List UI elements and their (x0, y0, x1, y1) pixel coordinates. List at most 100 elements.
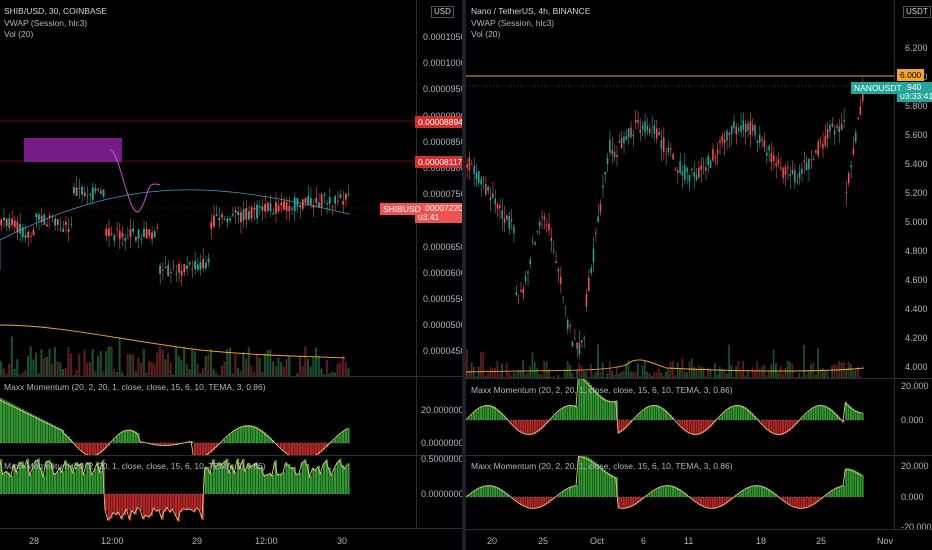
right-volume-bar (772, 349, 775, 378)
right-candle (758, 134, 761, 143)
left-candle (142, 228, 145, 237)
right-volume-bar (854, 369, 857, 378)
right-volume-bar (536, 367, 539, 378)
right-price-axis[interactable]: USDT 6.200 6.000 5.800 5.600 5.400 5.200 5.000… (894, 0, 932, 378)
left-vol-legend[interactable]: Vol (20) (4, 29, 33, 39)
right-time-axis[interactable]: 20 25 Oct 6 11 18 25 Nov (466, 529, 932, 550)
right-m2-hist-bar (665, 485, 667, 497)
right-price-pane[interactable] (466, 0, 894, 378)
right-candle (826, 129, 829, 139)
right-candle (620, 137, 623, 148)
left-momentum1-legend[interactable]: Maxx Momentum (20, 2, 20, 1, close, clos… (4, 382, 266, 392)
left-vwap-legend[interactable]: VWAP (Session, hlc3) (4, 18, 87, 28)
right-m2-hist-bar (716, 497, 719, 509)
right-symbol-legend[interactable]: Nano / TetherUS, 4h, BINANCE (471, 6, 590, 16)
right-candle (691, 168, 693, 171)
right-chart[interactable]: Nano / TetherUS, 4h, BINANCE VWAP (Sessi… (466, 0, 932, 550)
right-candle (695, 174, 698, 181)
right-candle (637, 119, 639, 123)
right-vwap-legend[interactable]: VWAP (Session, hlc3) (471, 18, 554, 28)
left-price-axis[interactable]: USD 0.00010500 0.00010000 0.00009500 0.0000… (415, 0, 462, 376)
right-m1-hist-bar (571, 404, 574, 420)
left-volume-bar (304, 346, 307, 376)
left-volume-bar (242, 352, 245, 376)
right-momentum1-legend[interactable]: Maxx Momentum (20, 2, 20, 1, close, clos… (471, 385, 733, 395)
left-m2-hist-bar (296, 473, 299, 494)
right-candle (784, 167, 787, 175)
right-momentum2-axis[interactable]: 20.000 0.000 -20.000 (894, 456, 932, 532)
left-volume-bar (188, 369, 191, 376)
right-volume-bar (819, 368, 822, 378)
right-volume-bar (636, 363, 639, 378)
left-m1-hist-bar (231, 431, 234, 443)
right-m2-hist-bar (756, 485, 759, 497)
right-candle (466, 164, 468, 168)
left-candle (245, 207, 248, 220)
left-candle (194, 261, 197, 269)
right-candle (618, 141, 621, 143)
right-candle (616, 155, 618, 157)
left-candle (207, 258, 210, 263)
left-m1-hist-bar (236, 428, 240, 443)
left-chart[interactable]: SHIB/USD, 30, COINBASE VWAP (Session, hl… (0, 0, 462, 550)
right-m1-hist-bar (803, 415, 806, 420)
left-momentum2-legend[interactable]: Maxx Momentum (20, 2, 20, 1, close, clos… (4, 461, 266, 471)
left-candle (19, 223, 22, 234)
left-momentum1-axis[interactable]: 20.00000000 0.00000000 (416, 377, 462, 455)
right-m2-hist-bar (482, 486, 485, 497)
left-m1-hist-bar (21, 409, 24, 443)
right-m2-hist-bar (845, 468, 848, 497)
left-volume-bar (137, 357, 140, 376)
right-candle (681, 171, 684, 176)
left-price-pane[interactable] (0, 0, 416, 376)
right-currency-button[interactable]: USDT (903, 6, 931, 18)
right-candle (859, 106, 862, 115)
left-momentum2-axis[interactable]: 0.50000000 0.00000000 (416, 454, 462, 528)
left-m1-hist-bar (45, 421, 49, 443)
right-m2-hist-bar (604, 469, 607, 497)
right-volume-bar (842, 362, 845, 378)
right-m2-hist-bar (803, 497, 806, 509)
left-m2-hist-bar (266, 474, 269, 494)
left-m2-hist-bar (234, 471, 237, 494)
left-m2-hist-bar (145, 494, 148, 517)
right-candle (489, 197, 492, 200)
left-m2-hist-bar (271, 475, 275, 494)
left-candle (280, 202, 283, 206)
right-m2-hist-bar (571, 486, 574, 497)
left-m1-hist-bar (13, 404, 16, 443)
left-volume-bar (61, 368, 65, 376)
right-volume-bar (786, 360, 789, 378)
right-volume-bar (702, 367, 705, 378)
left-m1-hist-bar (339, 433, 342, 443)
right-m1-hist-bar (554, 413, 557, 420)
left-m1-hist-bar (280, 443, 283, 449)
left-candle (116, 228, 118, 230)
right-candle (709, 160, 712, 169)
right-candle (578, 343, 581, 355)
right-candle (780, 167, 782, 169)
right-volume-bar (657, 368, 660, 378)
right-m2-hist-bar (789, 497, 792, 506)
left-currency-button[interactable]: USD (431, 6, 454, 18)
right-m1-hist-bar (489, 405, 492, 420)
right-m1-hist-bar (810, 409, 813, 420)
left-candle (326, 203, 328, 205)
left-time-axis[interactable]: 28 12:00 29 12:00 30 (0, 528, 462, 550)
right-candle (548, 223, 550, 231)
right-candle (714, 156, 717, 159)
left-candle (121, 233, 124, 238)
left-symbol-legend[interactable]: SHIB/USD, 30, COINBASE (4, 6, 107, 16)
left-volume-bar (45, 356, 48, 376)
right-m1-hist-bar (805, 413, 808, 420)
right-m1-hist-bar (657, 405, 660, 420)
right-m2-hist-bar (569, 487, 571, 497)
right-momentum1-axis[interactable]: 20.000 0.000 (894, 379, 932, 455)
right-m1-hist-bar (814, 406, 817, 420)
right-volume-bar (845, 370, 848, 378)
right-volume-bar (522, 360, 525, 378)
right-vol-legend[interactable]: Vol (20) (471, 29, 500, 39)
left-candle (81, 186, 83, 195)
right-momentum2-legend[interactable]: Maxx Momentum (20, 2, 20, 1, close, clos… (471, 461, 733, 471)
left-volume-bar (177, 355, 180, 376)
